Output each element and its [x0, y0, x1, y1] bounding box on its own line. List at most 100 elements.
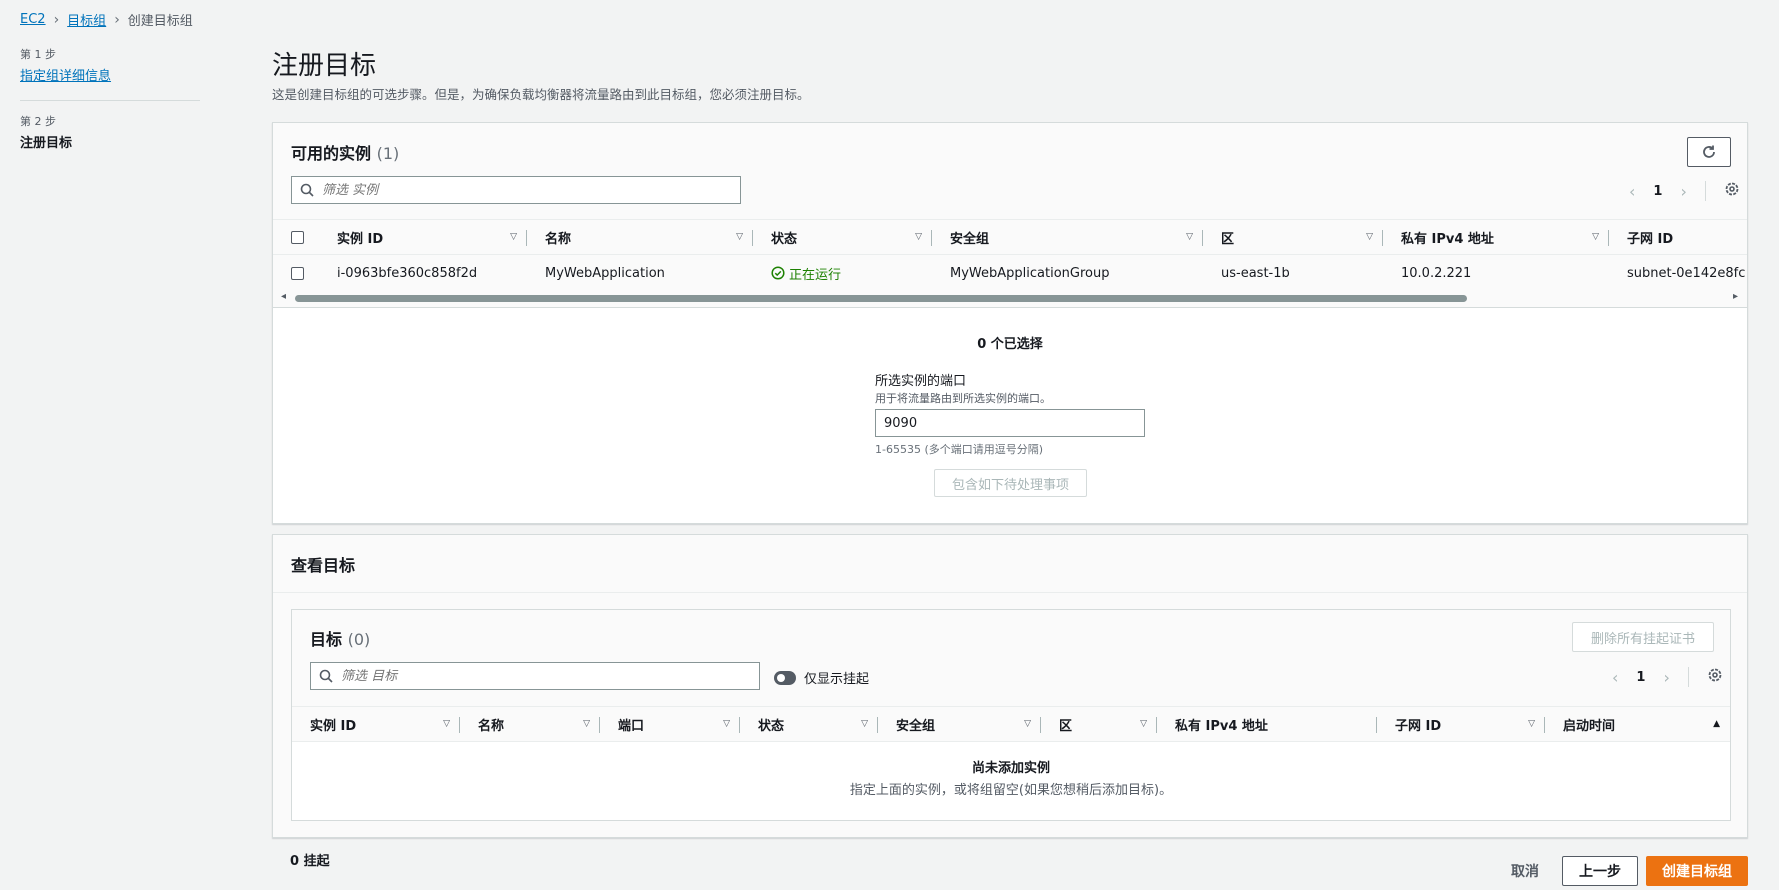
sort-down-icon: ▽: [915, 232, 922, 242]
col-security-group[interactable]: 安全组 ▽: [932, 220, 1203, 254]
col-zone[interactable]: 区 ▽: [1203, 220, 1383, 254]
settings-icon[interactable]: [1707, 667, 1723, 687]
refresh-button[interactable]: [1687, 137, 1731, 167]
page-number[interactable]: 1: [1636, 670, 1645, 685]
scroll-right-icon[interactable]: ▸: [1733, 291, 1738, 302]
cell-zone: us-east-1b: [1221, 265, 1290, 281]
step1-link[interactable]: 指定组详细信息: [20, 65, 111, 84]
sort-down-icon: ▽: [1024, 719, 1031, 729]
col-status[interactable]: 状态 ▽: [740, 707, 878, 741]
chevron-right-icon: ›: [53, 11, 60, 28]
page-number[interactable]: 1: [1653, 184, 1662, 199]
row-checkbox[interactable]: [291, 266, 304, 280]
sort-down-icon: ▽: [723, 719, 730, 729]
available-pager: ‹ 1 ›: [1629, 181, 1740, 201]
col-instance-id[interactable]: 实例 ID ▽: [319, 220, 527, 254]
empty-title: 尚未添加实例: [971, 761, 1050, 776]
cell-instance-id: i-0963bfe360c858f2d: [337, 265, 478, 281]
include-pending-button[interactable]: 包含如下待处理事项: [934, 469, 1087, 497]
instance-search[interactable]: [291, 176, 741, 204]
nav-divider: [20, 100, 200, 101]
empty-description: 指定上面的实例，或将组留空(如果您想稍后添加目标)。: [849, 783, 1173, 798]
col-zone[interactable]: 区 ▽: [1041, 707, 1157, 741]
sort-down-icon: ▽: [1528, 719, 1535, 729]
targets-pager: ‹ 1 ›: [1612, 667, 1723, 687]
pending-count: 0 挂起: [290, 854, 330, 869]
review-targets-title: 查看目标: [291, 556, 356, 575]
targets-table-header: 实例 ID ▽ 名称 ▽ 端口 ▽ 状态 ▽ 安全组 ▽ 区 ▽ 私有 IPv4 地址 子网…: [292, 706, 1730, 742]
targets-container: 目标 (0) 删除所有挂起证书 仅显示挂起 ‹ 1 › 实例 ID▽ 名称▽ 端…: [291, 609, 1731, 821]
scroll-left-icon[interactable]: ◂: [281, 291, 286, 302]
scrollbar-thumb[interactable]: [295, 295, 1467, 302]
instance-search-input[interactable]: [322, 182, 718, 198]
remove-all-pending-button[interactable]: 删除所有挂起证书: [1572, 622, 1714, 652]
col-security-group[interactable]: 安全组 ▽: [878, 707, 1041, 741]
cell-private-ip: 10.0.2.221: [1401, 265, 1472, 281]
col-name[interactable]: 名称 ▽: [527, 220, 753, 254]
horizontal-scrollbar[interactable]: ◂ ▸: [273, 291, 1747, 305]
sort-down-icon: ▽: [510, 232, 517, 242]
port-description: 用于将流量路由到所选实例的端口。: [875, 392, 1051, 405]
previous-button[interactable]: 上一步: [1562, 856, 1638, 886]
col-port[interactable]: 端口 ▽: [600, 707, 740, 741]
review-targets-panel: 查看目标 目标 (0) 删除所有挂起证书 仅显示挂起 ‹ 1 › 实例 ID▽: [272, 534, 1748, 838]
step2-label: 第 2 步: [20, 115, 56, 128]
step1-label: 第 1 步: [20, 48, 56, 61]
breadcrumb-target-groups[interactable]: 目标组: [67, 10, 106, 29]
col-subnet-id[interactable]: 子网 ID ▽: [1377, 707, 1545, 741]
settings-icon[interactable]: [1724, 181, 1740, 201]
port-label: 所选实例的端口: [875, 374, 967, 389]
pending-only-toggle[interactable]: 仅显示挂起: [774, 668, 869, 687]
create-target-group-button[interactable]: 创建目标组: [1646, 856, 1748, 886]
breadcrumb-ec2[interactable]: EC2: [20, 12, 46, 27]
chevron-right-icon[interactable]: ›: [1663, 668, 1669, 687]
port-input[interactable]: [875, 409, 1145, 437]
col-private-ip[interactable]: 私有 IPv4 地址: [1157, 707, 1377, 741]
sort-down-icon: ▽: [1140, 719, 1147, 729]
targets-search-input[interactable]: [341, 668, 737, 684]
sort-down-icon: ▽: [861, 719, 868, 729]
available-count: (1): [376, 144, 400, 163]
available-instances-panel: 可用的实例 (1) ‹ 1 › 实例 ID▽ 名称▽ 状态▽ 安全组▽ 区▽ 私…: [272, 122, 1748, 524]
toggle-switch[interactable]: [774, 670, 796, 685]
cancel-button[interactable]: 取消: [1500, 856, 1550, 886]
refresh-icon: [1703, 145, 1715, 158]
sort-down-icon: ▽: [736, 232, 743, 242]
col-name[interactable]: 名称 ▽: [460, 707, 600, 741]
table-row[interactable]: i-0963bfe360c858f2d MyWebApplication 正在运…: [273, 255, 1747, 291]
sort-down-icon: ▽: [1366, 232, 1373, 242]
search-icon: [319, 669, 333, 683]
page-subtitle: 这是创建目标组的可选步骤。但是，为确保负载均衡器将流量路由到此目标组，您必须注册…: [272, 87, 810, 102]
targets-title: 目标 (0): [310, 630, 371, 649]
cell-security-group: MyWebApplicationGroup: [950, 265, 1110, 281]
chevron-right-icon: ›: [114, 11, 120, 28]
col-instance-id[interactable]: 实例 ID ▽: [292, 707, 460, 741]
breadcrumb-current: 创建目标组: [127, 14, 193, 29]
available-instances-title: 可用的实例 (1): [291, 144, 400, 163]
col-subnet-id[interactable]: 子网 ID: [1609, 220, 1747, 254]
breadcrumb: EC2 › 目标组 › 创建目标组: [20, 10, 193, 30]
toggle-label: 仅显示挂起: [804, 672, 870, 687]
status-badge: 正在运行: [771, 264, 922, 283]
search-icon: [300, 183, 314, 197]
col-private-ip[interactable]: 私有 IPv4 地址 ▽: [1383, 220, 1609, 254]
cell-subnet-id: subnet-0e142e8fc: [1627, 265, 1746, 281]
available-table-header: 实例 ID ▽ 名称 ▽ 状态 ▽ 安全组 ▽ 区 ▽ 私有 IPv4 地址 ▽ 子网 ID: [273, 219, 1747, 255]
sort-down-icon: ▽: [443, 719, 450, 729]
col-launch-time[interactable]: 启动时间 ▲: [1545, 707, 1730, 741]
col-status[interactable]: 状态 ▽: [753, 220, 932, 254]
page-title: 注册目标: [272, 51, 377, 81]
status-text: 正在运行: [789, 267, 842, 283]
sort-down-icon: ▽: [1186, 232, 1193, 242]
chevron-right-icon[interactable]: ›: [1680, 182, 1686, 201]
sort-up-icon: ▲: [1713, 719, 1720, 729]
sort-down-icon: ▽: [583, 719, 590, 729]
select-all-checkbox[interactable]: [291, 230, 304, 244]
chevron-left-icon[interactable]: ‹: [1612, 668, 1618, 687]
sort-down-icon: ▽: [1592, 232, 1599, 242]
targets-count: (0): [347, 630, 371, 649]
chevron-left-icon[interactable]: ‹: [1629, 182, 1635, 201]
step2-current: 注册目标: [20, 136, 73, 151]
targets-search[interactable]: [310, 662, 760, 690]
check-circle-icon: [771, 266, 785, 280]
